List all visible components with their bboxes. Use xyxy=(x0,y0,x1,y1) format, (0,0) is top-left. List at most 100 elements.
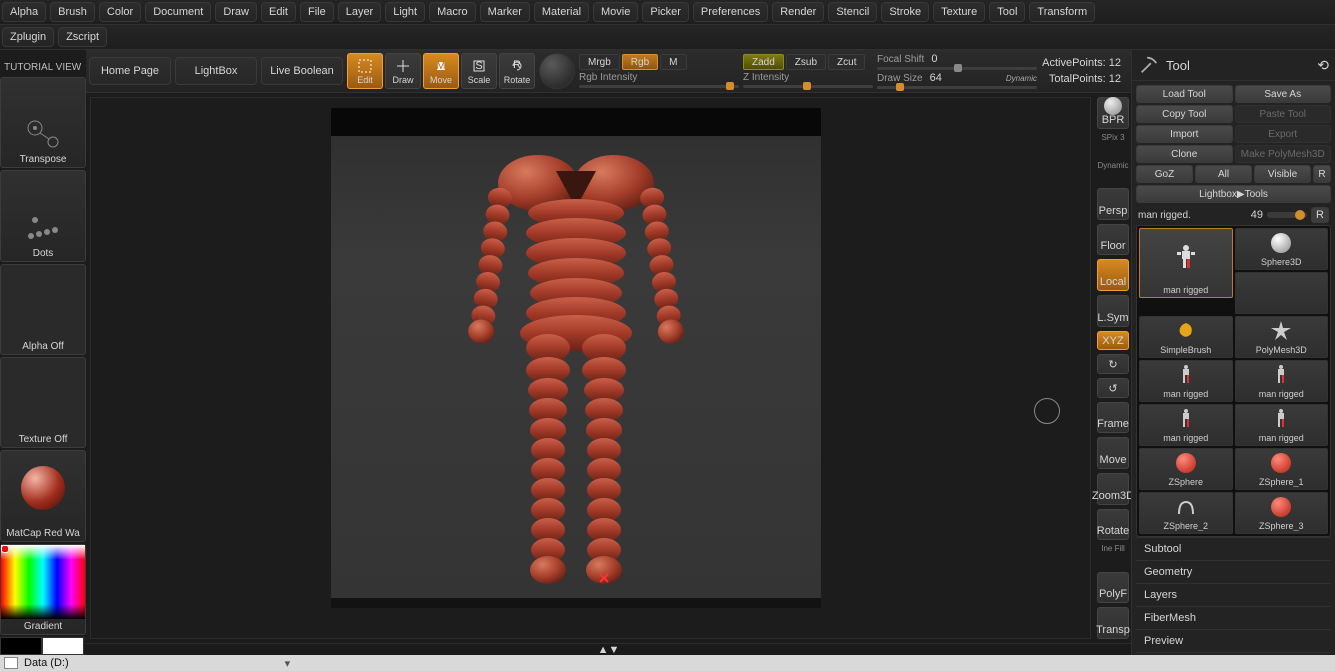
z-intensity-slider[interactable] xyxy=(743,85,873,88)
section-preview[interactable]: Preview xyxy=(1136,629,1331,652)
right-btn-lightbox-tools[interactable]: Lightbox▶Tools xyxy=(1136,185,1331,203)
mrgb-chip[interactable]: Mrgb xyxy=(579,54,620,70)
swatch-white[interactable] xyxy=(42,637,84,655)
menu-light[interactable]: Light xyxy=(385,2,425,22)
section-geometry[interactable]: Geometry xyxy=(1136,560,1331,583)
vtool-polyf[interactable]: PolyF xyxy=(1097,572,1129,604)
right-btn-copy-tool[interactable]: Copy Tool xyxy=(1136,105,1233,123)
edit-mode-button[interactable]: Edit xyxy=(347,53,383,89)
transpose-tool[interactable]: Transpose xyxy=(0,77,86,168)
tool-item-sphere3d[interactable]: Sphere3D xyxy=(1235,228,1329,270)
focal-shift-slider[interactable] xyxy=(877,67,1037,70)
menu-layer[interactable]: Layer xyxy=(338,2,382,22)
menu-stencil[interactable]: Stencil xyxy=(828,2,877,22)
m-chip[interactable]: M xyxy=(660,54,686,70)
menu-picker[interactable]: Picker xyxy=(642,2,689,22)
rgb-intensity-slider[interactable] xyxy=(579,85,739,88)
menu-zplugin[interactable]: Zplugin xyxy=(2,27,54,47)
tool-item-simplebrush[interactable]: SimpleBrush xyxy=(1139,316,1233,358)
menu-transform[interactable]: Transform xyxy=(1029,2,1095,22)
stroke-dots-tool[interactable]: Dots xyxy=(0,170,86,261)
menu-edit[interactable]: Edit xyxy=(261,2,296,22)
vtool--[interactable]: ↻ xyxy=(1097,354,1129,374)
tool-item-zsphere[interactable]: ZSphere xyxy=(1139,448,1233,490)
menu-draw[interactable]: Draw xyxy=(215,2,257,22)
vtool-label-ine-fill: Ine Fill xyxy=(1101,544,1125,568)
tool-item-man-rigged[interactable]: man rigged xyxy=(1139,360,1233,402)
menu-alpha[interactable]: Alpha xyxy=(2,2,46,22)
menu-tool[interactable]: Tool xyxy=(989,2,1025,22)
scale-mode-button[interactable]: SScale xyxy=(461,53,497,89)
zadd-chip[interactable]: Zadd xyxy=(743,54,784,70)
vtool-persp[interactable]: Persp xyxy=(1097,188,1129,220)
tool-item-man-rigged[interactable]: man rigged xyxy=(1139,404,1233,446)
menu-macro[interactable]: Macro xyxy=(429,2,476,22)
menu-texture[interactable]: Texture xyxy=(933,2,985,22)
menu-color[interactable]: Color xyxy=(99,2,141,22)
menu-render[interactable]: Render xyxy=(772,2,824,22)
refresh-icon[interactable]: ⟲ xyxy=(1317,57,1329,74)
drive-icon[interactable] xyxy=(4,657,18,669)
canvas[interactable] xyxy=(90,97,1091,639)
zcut-chip[interactable]: Zcut xyxy=(828,54,865,70)
draw-size-slider[interactable] xyxy=(877,86,1037,89)
section-fibermesh[interactable]: FiberMesh xyxy=(1136,606,1331,629)
vtool-zoom3d[interactable]: Zoom3D xyxy=(1097,473,1129,505)
rgb-chip[interactable]: Rgb xyxy=(622,54,658,70)
tool-item-empty[interactable] xyxy=(1235,272,1329,314)
vtool-frame[interactable]: Frame xyxy=(1097,402,1129,434)
live-boolean-button[interactable]: Live Boolean xyxy=(261,57,343,85)
tool-item-zsphere_1[interactable]: ZSphere_1 xyxy=(1235,448,1329,490)
vtool-local[interactable]: Local xyxy=(1097,259,1129,291)
vtool-l-sym[interactable]: L.Sym xyxy=(1097,295,1129,327)
menu-material[interactable]: Material xyxy=(534,2,589,22)
right-btn-save-as[interactable]: Save As xyxy=(1235,85,1332,103)
tool-item-man-rigged[interactable]: man rigged xyxy=(1235,404,1329,446)
menu-preferences[interactable]: Preferences xyxy=(693,2,768,22)
color-picker-handle[interactable] xyxy=(1,545,9,553)
r-button-small[interactable]: R xyxy=(1311,207,1329,223)
zsub-chip[interactable]: Zsub xyxy=(786,54,826,70)
gradient-sphere-icon[interactable] xyxy=(539,53,575,89)
tool-item-man-rigged[interactable]: man rigged xyxy=(1139,228,1233,298)
right-btn-all[interactable]: All xyxy=(1195,165,1252,183)
menu-brush[interactable]: Brush xyxy=(50,2,95,22)
vtool-floor[interactable]: Floor xyxy=(1097,224,1129,256)
vtool-xyz[interactable]: XYZ xyxy=(1097,331,1129,351)
vtool-move[interactable]: Move xyxy=(1097,437,1129,469)
material-tool[interactable]: MatCap Red Wa xyxy=(0,450,86,541)
menu-movie[interactable]: Movie xyxy=(593,2,638,22)
viewport[interactable] xyxy=(331,108,821,608)
vtool-transp[interactable]: Transp xyxy=(1097,607,1129,639)
right-btn-goz[interactable]: GoZ xyxy=(1136,165,1193,183)
right-btn-visible[interactable]: Visible xyxy=(1254,165,1311,183)
menu-marker[interactable]: Marker xyxy=(480,2,530,22)
right-btn-load-tool[interactable]: Load Tool xyxy=(1136,85,1233,103)
vtool--[interactable]: ↺ xyxy=(1097,378,1129,398)
menu-file[interactable]: File xyxy=(300,2,334,22)
tool-item-zsphere_3[interactable]: ZSphere_3 xyxy=(1235,492,1329,534)
tool-slider[interactable] xyxy=(1267,212,1307,218)
section-subtool[interactable]: Subtool xyxy=(1136,537,1331,560)
texture-tool[interactable]: Texture Off xyxy=(0,357,86,448)
menu-zscript[interactable]: Zscript xyxy=(58,27,107,47)
vtool-rotate[interactable]: Rotate xyxy=(1097,509,1129,541)
tool-item-polymesh3d[interactable]: PolyMesh3D xyxy=(1235,316,1329,358)
right-btn-clone[interactable]: Clone xyxy=(1136,145,1233,163)
swatch-black[interactable] xyxy=(0,637,42,655)
menu-document[interactable]: Document xyxy=(145,2,211,22)
color-picker[interactable]: Gradient xyxy=(0,544,86,635)
right-btn-import[interactable]: Import xyxy=(1136,125,1233,143)
tool-item-zsphere_2[interactable]: ZSphere_2 xyxy=(1139,492,1233,534)
home-page-button[interactable]: Home Page xyxy=(89,57,171,85)
tool-item-man-rigged[interactable]: man rigged xyxy=(1235,360,1329,402)
vtool-bpr[interactable]: BPR xyxy=(1097,97,1129,129)
rotate-mode-button[interactable]: RRotate xyxy=(499,53,535,89)
section-layers[interactable]: Layers xyxy=(1136,583,1331,606)
move-mode-button[interactable]: MMove xyxy=(423,53,459,89)
draw-mode-button[interactable]: Draw xyxy=(385,53,421,89)
right-btn-r[interactable]: R xyxy=(1313,165,1331,183)
lightbox-button[interactable]: LightBox xyxy=(175,57,257,85)
alpha-tool[interactable]: Alpha Off xyxy=(0,264,86,355)
menu-stroke[interactable]: Stroke xyxy=(881,2,929,22)
